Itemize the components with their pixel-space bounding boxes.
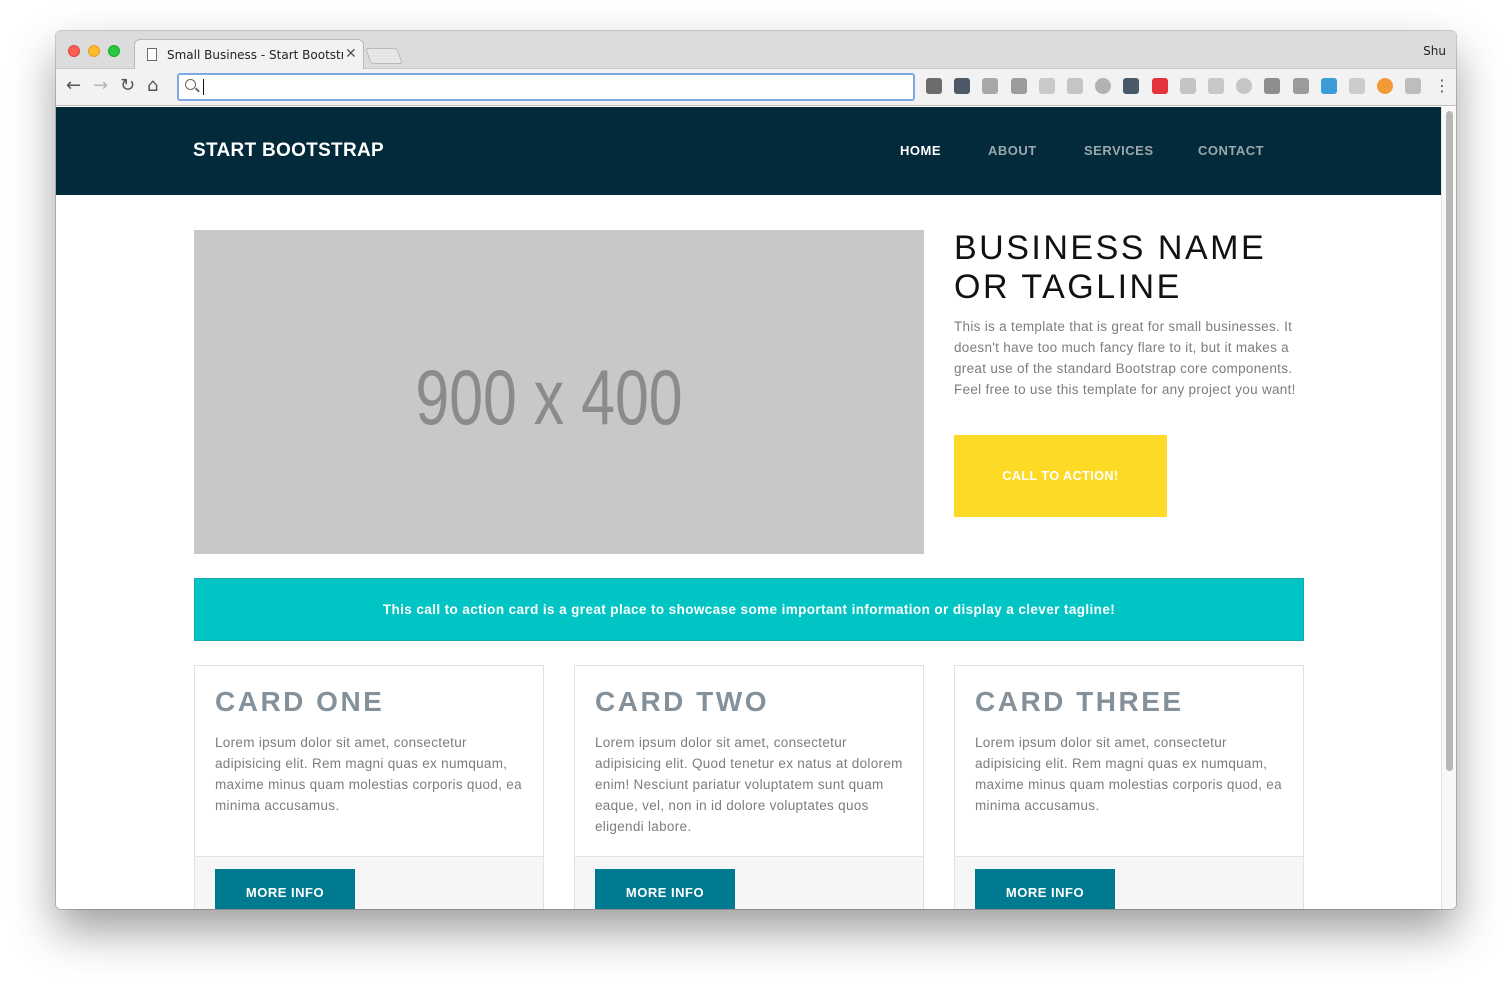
scrollbar-thumb[interactable]: [1446, 111, 1453, 771]
card-footer: MORE INFO: [195, 856, 543, 909]
tab-strip: Small Business - Start Bootstrap ✕ Shu: [56, 31, 1456, 70]
forward-icon[interactable]: →: [93, 76, 108, 96]
browser-window: Small Business - Start Bootstrap ✕ Shu ←…: [56, 31, 1456, 909]
dots-icon[interactable]: [1349, 78, 1365, 94]
tab-active[interactable]: Small Business - Start Bootstrap ✕: [134, 39, 364, 70]
card-footer: MORE INFO: [575, 856, 923, 909]
hero-image: 900 x 400: [194, 230, 924, 554]
ring-icon[interactable]: [1236, 78, 1253, 94]
vue-icon[interactable]: [1264, 78, 1281, 94]
browser-toolbar: ← → ↻ ⌂ ⋮: [56, 69, 1456, 106]
video-icon[interactable]: [1179, 78, 1196, 94]
text-cursor: [203, 79, 204, 95]
card-text: Lorem ipsum dolor sit amet, consectetur …: [975, 735, 1282, 813]
photo-icon[interactable]: [1292, 78, 1309, 94]
menu-icon[interactable]: ⋮: [1434, 77, 1450, 95]
search-icon: [185, 79, 196, 90]
back-icon[interactable]: ←: [66, 76, 81, 96]
hero-title: BUSINESS NAME OR TAGLINE: [954, 229, 1267, 306]
card-three: CARD THREE Lorem ipsum dolor sit amet, c…: [954, 665, 1304, 909]
callout-card: This call to action card is a great plac…: [194, 578, 1304, 641]
card-text: Lorem ipsum dolor sit amet, consectetur …: [595, 735, 903, 834]
adblock-icon[interactable]: [1151, 78, 1168, 94]
new-tab-button[interactable]: [365, 48, 403, 64]
call-to-action-button[interactable]: CALL TO ACTION!: [954, 435, 1167, 517]
camera-ext-icon[interactable]: [1010, 78, 1027, 94]
lastpass-icon[interactable]: [1377, 78, 1394, 94]
hero-image-label: 900 x 400: [415, 353, 683, 441]
more-info-button[interactable]: MORE INFO: [975, 869, 1115, 909]
minimize-window-button[interactable]: [88, 45, 100, 57]
circle-icon[interactable]: [1095, 78, 1112, 94]
card-title: CARD ONE: [215, 686, 385, 717]
card-text: Lorem ipsum dolor sit amet, consectetur …: [215, 735, 522, 813]
react-icon[interactable]: [1038, 78, 1055, 94]
nav-link-about[interactable]: ABOUT: [988, 143, 1037, 158]
screenshot-icon[interactable]: [954, 78, 971, 94]
hero-description: This is a template that is great for sma…: [954, 319, 1296, 397]
callout-text: This call to action card is a great plac…: [382, 602, 1116, 617]
card-two: CARD TWO Lorem ipsum dolor sit amet, con…: [574, 665, 924, 909]
maximize-window-button[interactable]: [108, 45, 120, 57]
card-title: CARD TWO: [595, 686, 769, 717]
tab-close-icon[interactable]: ✕: [345, 46, 357, 62]
reload-icon[interactable]: ↻: [120, 76, 135, 96]
card-one: CARD ONE Lorem ipsum dolor sit amet, con…: [194, 665, 544, 909]
close-window-button[interactable]: [68, 45, 80, 57]
desktop: Small Business - Start Bootstrap ✕ Shu ←…: [0, 0, 1512, 989]
nav-link-services[interactable]: SERVICES: [1084, 143, 1154, 158]
nav-link-contact[interactable]: CONTACT: [1198, 143, 1264, 158]
nav-link-home[interactable]: HOME: [900, 143, 941, 158]
dropbox-icon[interactable]: [1405, 78, 1422, 94]
address-bar[interactable]: [177, 73, 915, 101]
document-icon: [147, 48, 157, 61]
windows-icon[interactable]: [1320, 78, 1337, 94]
drive-icon[interactable]: [982, 78, 999, 94]
page-viewport: START BOOTSTRAP HOME ABOUT SERVICES CONT…: [56, 107, 1456, 909]
more-info-button[interactable]: MORE INFO: [215, 869, 355, 909]
site-navbar: START BOOTSTRAP HOME ABOUT SERVICES CONT…: [56, 107, 1441, 195]
angular-icon[interactable]: [1123, 78, 1140, 94]
profile-name[interactable]: Shu: [1423, 44, 1446, 58]
card-title: CARD THREE: [975, 686, 1184, 717]
vertical-scrollbar[interactable]: [1441, 107, 1456, 909]
brand-logo[interactable]: START BOOTSTRAP: [193, 140, 384, 162]
pen-icon[interactable]: [926, 78, 942, 94]
grid-icon[interactable]: [1067, 78, 1083, 94]
card-footer: MORE INFO: [955, 856, 1303, 909]
u-icon[interactable]: [1208, 78, 1224, 94]
home-icon[interactable]: ⌂: [147, 76, 158, 96]
tab-title: Small Business - Start Bootstrap: [167, 48, 343, 62]
more-info-button[interactable]: MORE INFO: [595, 869, 735, 909]
